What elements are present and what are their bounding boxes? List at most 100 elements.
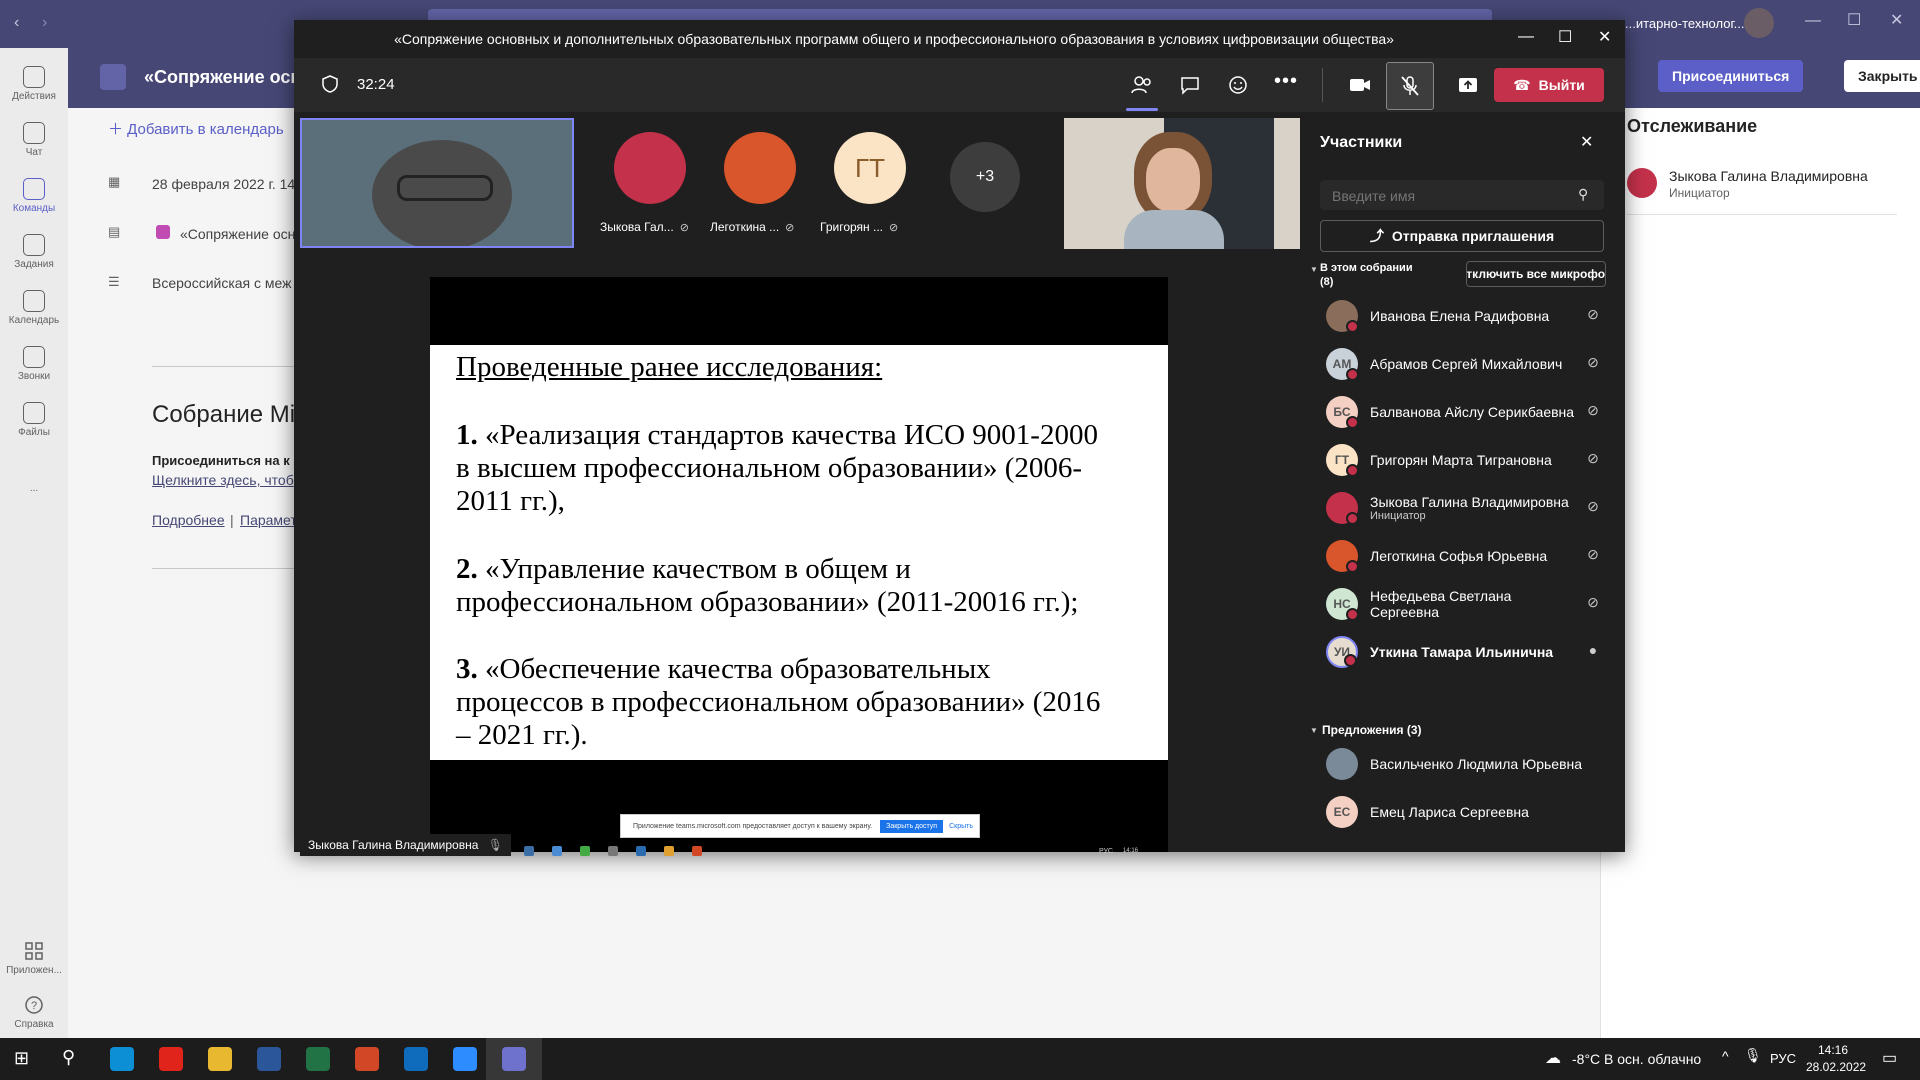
participants-active-indicator (1126, 108, 1158, 111)
outlook-icon[interactable] (404, 1047, 428, 1071)
more-link[interactable]: Подробнее (152, 512, 225, 528)
participant-name: Абрамов Сергей Михайлович (1370, 356, 1563, 372)
participant-row[interactable]: БС Балванова Айслу Серикбаевна ⊘ (1304, 388, 1625, 436)
input-language[interactable]: РУС (1770, 1051, 1796, 1066)
app-bar-item-calls[interactable]: Звонки (0, 336, 68, 392)
tile-initials: ГТ (855, 152, 885, 183)
participant-row[interactable]: НС Нефедьева Светлана Сергеевна ⊘ (1304, 580, 1625, 628)
join-link[interactable]: Щелкните здесь, чтоб (152, 472, 294, 488)
app-bar-item-bell[interactable]: Действия (0, 56, 68, 112)
toolbar-divider (1322, 68, 1323, 102)
notifications-icon[interactable]: ▭ (1882, 1048, 1897, 1068)
suggestions-caret-icon[interactable]: ▼ (1310, 726, 1318, 735)
shared-taskbar-app-icon (692, 846, 702, 856)
forward-icon[interactable]: › (42, 14, 47, 32)
file-explorer-icon[interactable] (208, 1047, 232, 1071)
search-icon[interactable]: ⚲ (1578, 186, 1588, 203)
add-calendar-link[interactable]: ＋ Добавить в календарь (108, 118, 284, 139)
participants-icon[interactable] (1130, 73, 1154, 97)
edge-icon[interactable] (110, 1047, 134, 1071)
app-bar-item-teams[interactable]: Команды (0, 168, 68, 224)
participant-name-block: Григорян Марта Тиграновна (1370, 452, 1583, 468)
suggestion-row[interactable]: ЕС Емец Лариса Сергеевна (1304, 788, 1625, 836)
more-options-icon[interactable]: ••• (1274, 70, 1298, 93)
close-button[interactable]: Закрыть (1844, 60, 1920, 92)
mic-off-icon[interactable]: ⊘ (1583, 306, 1603, 326)
zoom-icon[interactable] (453, 1047, 477, 1071)
participant-tile-avatar[interactable]: ГТ (834, 132, 906, 204)
more-participants-tile[interactable]: +3 (950, 142, 1020, 212)
stop-sharing-button[interactable]: Закрыть доступ (880, 819, 944, 833)
participant-tile-avatar[interactable] (724, 132, 796, 204)
participant-row[interactable]: Иванова Елена Радифовна ⊘ (1304, 292, 1625, 340)
mute-all-button[interactable]: Отключить все микрофо... (1466, 261, 1606, 287)
chat-icon[interactable] (1178, 73, 1202, 97)
mic-off-icon[interactable]: ⊘ (1583, 450, 1603, 470)
powerpoint-icon[interactable] (355, 1047, 379, 1071)
presenter-label: Зыкова Галина Владимировна 🎙 (300, 834, 511, 856)
participant-row[interactable]: ГТ Григорян Марта Тиграновна ⊘ (1304, 436, 1625, 484)
collapse-caret-icon[interactable]: ▼ (1310, 265, 1318, 274)
app-bar-item-files[interactable]: Файлы (0, 392, 68, 448)
mic-off-icon[interactable]: ⊘ (1583, 354, 1603, 374)
window-close-icon[interactable]: ✕ (1890, 10, 1903, 30)
app-bar-item-tasks[interactable]: Задания (0, 224, 68, 280)
back-icon[interactable]: ‹ (14, 14, 19, 32)
participant-row[interactable]: Зыкова Галина Владимировна Инициатор ⊘ (1304, 484, 1625, 532)
share-notice-text: Приложение teams.microsoft.com предостав… (633, 822, 873, 830)
add-calendar-label: Добавить в календарь (127, 121, 284, 138)
camera-icon[interactable] (1348, 73, 1372, 97)
mic-on-icon[interactable]: ● (1583, 642, 1603, 662)
mic-off-icon[interactable]: ⊘ (1583, 594, 1603, 614)
app-bar-label: Действия (12, 91, 56, 102)
shield-icon[interactable] (320, 74, 340, 94)
meeting-maximize-icon[interactable]: ☐ (1558, 27, 1572, 47)
participant-name-block: Зыкова Галина Владимировна Инициатор (1370, 494, 1583, 522)
apps-button[interactable]: Приложен... (0, 930, 68, 986)
meeting-close-icon[interactable]: ✕ (1598, 27, 1611, 47)
windows-start-icon[interactable]: ⊞ (14, 1048, 29, 1069)
participant-role: Инициатор (1370, 510, 1426, 522)
taskbar-date[interactable]: 28.02.2022 (1806, 1060, 1866, 1074)
app-bar-item-chat[interactable]: Чат (0, 112, 68, 168)
tray-chevron-icon[interactable]: ^ (1722, 1048, 1729, 1064)
leave-button[interactable]: ☎ Выйти (1494, 68, 1604, 102)
maximize-icon[interactable]: ☐ (1847, 10, 1861, 30)
meeting-minimize-icon[interactable]: — (1518, 28, 1534, 46)
hide-notice-button[interactable]: Скрыть (949, 823, 973, 830)
video-tile-self[interactable] (300, 118, 574, 248)
help-button[interactable]: ? Справка (0, 984, 68, 1040)
opera-icon[interactable] (159, 1047, 183, 1071)
tray-mic-icon[interactable]: 🎙 (1744, 1047, 1762, 1064)
meeting-title: «Сопряжение основных и дополнительных об… (394, 31, 1394, 47)
mic-off-icon[interactable]: ⊘ (1583, 402, 1603, 422)
reactions-icon[interactable] (1226, 73, 1250, 97)
minimize-icon[interactable]: — (1805, 12, 1821, 30)
suggestion-row[interactable]: Васильченко Людмила Юрьевна (1304, 740, 1625, 788)
excel-icon[interactable] (306, 1047, 330, 1071)
invite-button[interactable]: ⤴ Отправка приглашения (1320, 220, 1604, 252)
more-icon (23, 458, 45, 480)
mic-off-icon[interactable]: ⊘ (1583, 546, 1603, 566)
video-tile-presenter[interactable] (1064, 118, 1300, 249)
taskbar-time[interactable]: 14:16 (1818, 1043, 1848, 1057)
user-avatar[interactable] (1744, 8, 1774, 38)
mic-off-icon[interactable]: ⊘ (1583, 498, 1603, 518)
suggestion-name: Емец Лариса Сергеевна (1370, 804, 1529, 820)
participant-row[interactable]: УИ Уткина Тамара Ильинична ● (1304, 628, 1625, 676)
participant-search-field[interactable] (1330, 186, 1564, 206)
weather-text[interactable]: -8°C В осн. облачно (1572, 1051, 1701, 1067)
participant-row[interactable]: АМ Абрамов Сергей Михайлович ⊘ (1304, 340, 1625, 388)
panel-close-icon[interactable]: ✕ (1580, 132, 1593, 152)
word-icon[interactable] (257, 1047, 281, 1071)
share-screen-icon[interactable] (1456, 73, 1480, 97)
join-button[interactable]: Присоединиться (1658, 60, 1804, 92)
search-icon[interactable]: ⚲ (62, 1047, 75, 1068)
participant-row[interactable]: Леготкина Софья Юрьевна ⊘ (1304, 532, 1625, 580)
app-bar-item-more[interactable]: ... (0, 448, 68, 504)
participant-tile-avatar[interactable] (614, 132, 686, 204)
share-arrow-icon: ⤴ (1369, 228, 1384, 244)
mic-toggle[interactable] (1386, 62, 1434, 110)
app-bar-item-calendar[interactable]: Календарь (0, 280, 68, 336)
search-input[interactable]: ⚲ (1320, 180, 1604, 210)
